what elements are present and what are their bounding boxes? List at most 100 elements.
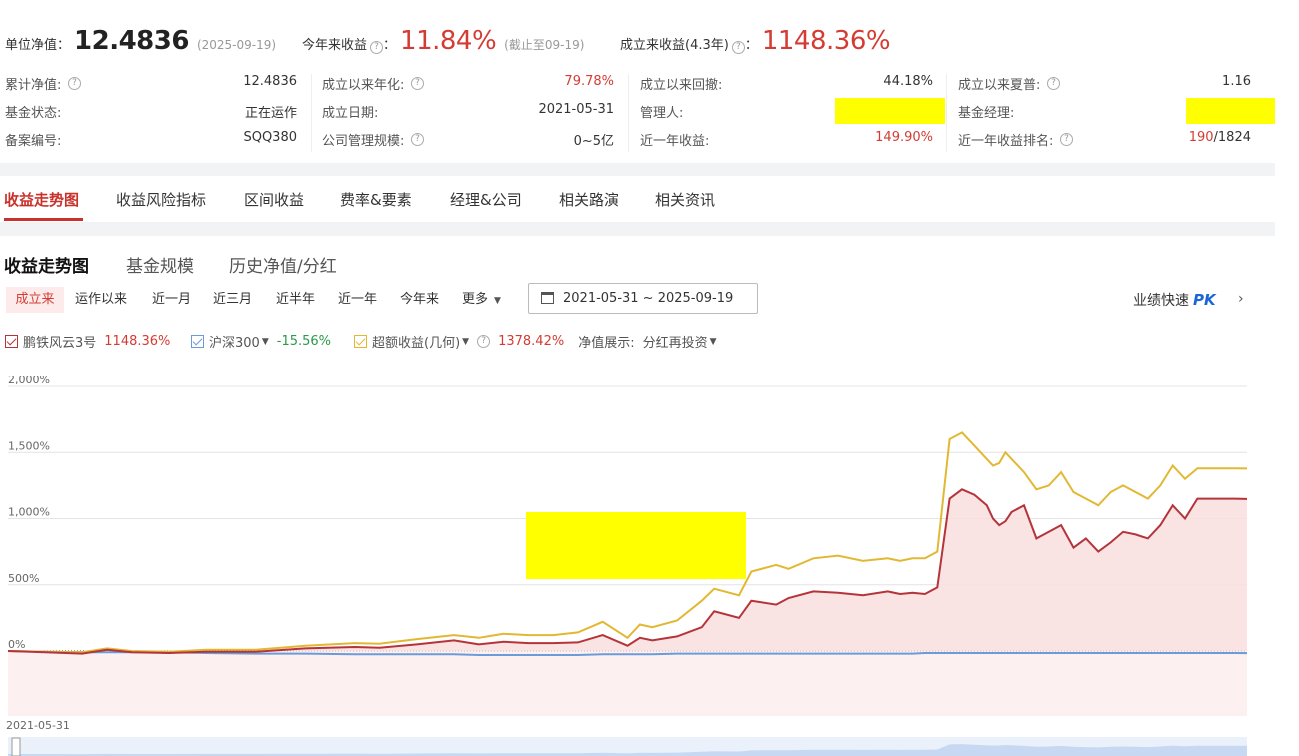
active-tab-indicator [4, 218, 83, 221]
range-label: 运作以来 [75, 292, 128, 307]
date-range-picker[interactable]: 2021-05-31 ~ 2025-09-19 [528, 283, 758, 314]
tab-4[interactable]: 经理&公司 [450, 189, 522, 210]
checkbox-icon[interactable] [5, 335, 18, 348]
range-label: 近一月 [152, 292, 192, 307]
legend-fund-value: 1148.36% [104, 334, 171, 349]
range-button-1[interactable]: 运作以来 [75, 287, 127, 313]
info-value: 79.78% [564, 74, 614, 89]
range-button-4[interactable]: 近半年 [276, 287, 315, 313]
chevron-right-icon[interactable]: › [1238, 291, 1244, 307]
checkbox-icon[interactable] [191, 335, 204, 348]
legend-excess[interactable]: 超额收益(几何) ▼ ? 1378.42% 净值展示: 分红再投资 ▼ [354, 332, 717, 351]
help-icon[interactable]: ? [1060, 133, 1073, 146]
tab-6[interactable]: 相关资讯 [655, 189, 715, 210]
y-tick-label: 2,000% [8, 376, 50, 386]
help-icon[interactable]: ? [731, 41, 745, 54]
negative-area-fill [8, 651, 1247, 716]
range-button-0[interactable]: 成立来 [6, 287, 64, 313]
fund-summary-card: 单位净值： 12.4836 (2025-09-19) 今年来收益 ?： 11.8… [0, 0, 1299, 163]
ytd-note: (截止至09-19) [504, 38, 585, 52]
info-label: 成立以来年化: [322, 78, 405, 93]
nav-label: 单位净值： [5, 38, 71, 53]
info-value: 2021-05-31 [538, 102, 614, 117]
info-label: 管理人: [640, 106, 684, 121]
since-block: 成立来收益(4.3年) ?： 1148.36% [620, 26, 891, 56]
chart-panel: 收益走势图 基金规模 历史净值/分红 成立来 运作以来 近一月 近三月 近半年 近一年 今年来 更… [0, 236, 1275, 756]
ytd-value: 11.84% [400, 26, 497, 56]
tab-5[interactable]: 相关路演 [559, 189, 619, 210]
info-value: 149.90% [875, 130, 933, 145]
nav-block: 单位净值： 12.4836 (2025-09-19) [5, 26, 276, 56]
y-tick-label: 1,000% [8, 506, 50, 519]
legend-bench-name: 沪深300 [209, 336, 260, 351]
subtab-0[interactable]: 收益走势图 [4, 252, 89, 277]
nav-date: (2025-09-19) [196, 38, 277, 52]
nav-display-label: 净值展示: [578, 336, 635, 351]
y-tick-label: 1,500% [8, 439, 50, 452]
legend-bench[interactable]: 沪深300 ▼ -15.56% [191, 332, 331, 351]
date-range-text: 2021-05-31 ~ 2025-09-19 [563, 291, 734, 306]
tab-1[interactable]: 收益风险指标 [116, 189, 206, 210]
range-button-3[interactable]: 近三月 [213, 287, 252, 313]
main-tabs: 收益走势图 收益风险指标 区间收益 费率&要素 经理&公司 相关路演 相关资讯 [0, 176, 1275, 222]
legend-fund[interactable]: 鹏铁风云3号 1148.36% [5, 332, 170, 351]
tab-2[interactable]: 区间收益 [244, 189, 304, 210]
info-label: 累计净值: [5, 78, 62, 93]
redaction-mask [835, 98, 945, 124]
range-button-2[interactable]: 近一月 [152, 287, 191, 313]
caret-down-icon[interactable]: ▼ [262, 337, 269, 347]
help-icon[interactable]: ? [68, 77, 81, 90]
tab-3[interactable]: 费率&要素 [340, 189, 412, 210]
range-label: 成立来 [15, 292, 55, 307]
rank-value: 190 [1188, 130, 1214, 145]
info-value: 0~5亿 [573, 134, 614, 149]
redaction-mask [526, 512, 746, 579]
legend-fund-name: 鹏铁风云3号 [23, 336, 97, 351]
info-value: 1.16 [1222, 74, 1251, 89]
help-icon[interactable]: ? [477, 335, 491, 348]
range-button-7[interactable]: 更多 ▼ [462, 287, 501, 313]
scrollbar-track[interactable] [1275, 0, 1299, 756]
subtab-2[interactable]: 历史净值/分红 [229, 252, 337, 277]
pk-button[interactable]: 业绩快速 PK [1133, 290, 1216, 310]
caret-down-icon: ▼ [494, 296, 501, 306]
legend-excess-name: 超额收益(几何) [372, 336, 461, 351]
subtab-1[interactable]: 基金规模 [126, 252, 194, 277]
info-label: 备案编号: [5, 134, 62, 149]
info-label: 成立以来回撤: [640, 78, 723, 93]
since-value: 1148.36% [761, 26, 891, 56]
since-label: 成立来收益(4.3年) [620, 38, 729, 53]
checkbox-icon[interactable] [354, 335, 367, 348]
y-tick-label: 500% [8, 572, 39, 585]
range-label: 近一年 [338, 292, 378, 307]
info-value: 正在运作 [244, 106, 297, 121]
range-label: 今年来 [400, 292, 440, 307]
legend-bench-value: -15.56% [276, 334, 332, 349]
info-value: SQQ380 [243, 130, 297, 145]
info-label: 基金经理: [958, 106, 1015, 121]
caret-down-icon[interactable]: ▼ [710, 337, 717, 347]
range-button-6[interactable]: 今年来 [400, 287, 439, 313]
help-icon[interactable]: ? [411, 133, 424, 146]
info-label: 公司管理规模: [322, 134, 405, 149]
range-label: 更多 [462, 292, 489, 307]
help-icon[interactable]: ? [370, 41, 384, 54]
info-label: 近一年收益排名: [958, 134, 1054, 149]
info-value: 44.18% [883, 74, 933, 89]
x-tick-label: 2021-05-31 [6, 719, 70, 732]
range-button-5[interactable]: 近一年 [338, 287, 377, 313]
nav-value: 12.4836 [74, 26, 189, 56]
tab-0[interactable]: 收益走势图 [4, 189, 79, 210]
info-value: 12.4836 [243, 74, 297, 89]
navigator-handle [11, 737, 21, 756]
info-label: 成立以来夏普: [958, 78, 1041, 93]
ytd-block: 今年来收益 ?： 11.84% (截止至09-19) [302, 26, 585, 56]
y-tick-label: 0% [8, 638, 25, 651]
legend-excess-value: 1378.42% [498, 334, 565, 349]
nav-display-select[interactable]: 分红再投资 [643, 332, 708, 351]
caret-down-icon[interactable]: ▼ [462, 337, 469, 347]
info-label: 成立日期: [322, 106, 379, 121]
help-icon[interactable]: ? [1047, 77, 1060, 90]
help-icon[interactable]: ? [411, 77, 424, 90]
info-value: 190/1824 [1189, 130, 1251, 145]
